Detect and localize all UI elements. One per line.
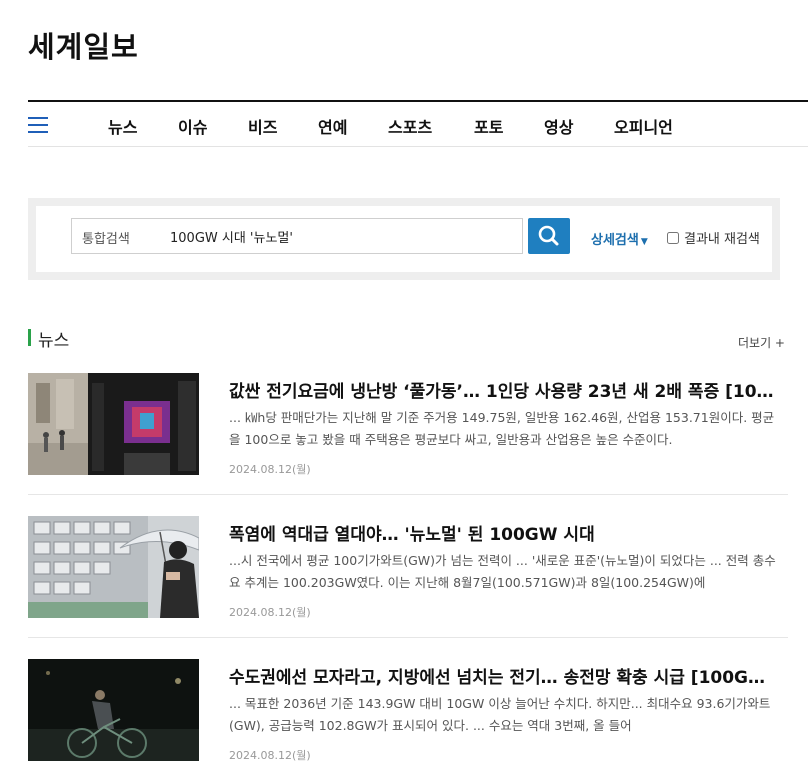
article-title[interactable]: 수도권에선 모자라고, 지방에선 넘치는 전기… 송전망 확충 시급 [100G… (229, 663, 784, 688)
search-scope-label[interactable]: 통합검색 (82, 228, 130, 247)
advanced-search-link[interactable]: 상세검색 ▼ (591, 229, 648, 248)
night-cyclist-image (28, 659, 199, 761)
article-date: 2024.08.12(월) (229, 749, 311, 762)
nav-item-issue[interactable]: 이슈 (178, 114, 207, 138)
article-thumbnail[interactable] (28, 516, 199, 618)
search-within-results-label: 결과내 재검색 (684, 232, 760, 247)
article-item: 값싼 전기요금에 냉난방 ‘풀가동’… 1인당 사용량 23년 새 2배 폭증 … (28, 373, 788, 483)
article-item: 수도권에선 모자라고, 지방에선 넘치는 전기… 송전망 확충 시급 [100G… (28, 659, 788, 769)
search-within-results-checkbox[interactable] (667, 231, 679, 244)
article-divider (28, 637, 788, 638)
article-date: 2024.08.12(월) (229, 463, 311, 476)
hamburger-menu-icon[interactable] (28, 117, 48, 133)
section-accent-bar (28, 329, 31, 346)
search-field[interactable]: 통합검색 (71, 218, 523, 254)
nav-item-photo[interactable]: 포토 (474, 114, 503, 138)
search-input[interactable] (170, 225, 510, 247)
article-snippet: ...시 전국에서 평균 100기가와트(GW)가 넘는 전력이 ... '새로… (229, 553, 776, 590)
more-link[interactable]: 더보기 + (738, 334, 785, 351)
article-date: 2024.08.12(월) (229, 606, 311, 619)
article-title[interactable]: 폭염에 역대급 열대야… '뉴노멀' 된 100GW 시대 (229, 520, 784, 545)
nav-item-news[interactable]: 뉴스 (108, 114, 137, 138)
search-button[interactable] (528, 218, 570, 254)
nav-item-opinion[interactable]: 오피니언 (614, 114, 673, 138)
nav-top-border (28, 100, 808, 102)
search-within-results[interactable]: 결과내 재검색 (667, 228, 760, 247)
article-thumbnail[interactable] (28, 373, 199, 475)
article-snippet: ... ㎾h당 판매단가는 지난해 말 기준 주거용 149.75원, 일반용 … (229, 410, 775, 447)
advanced-search-label: 상세검색 (591, 233, 639, 248)
article-snippet: ... 목표한 2036년 기준 143.9GW 대비 10GW 이상 늘어난 … (229, 696, 771, 733)
nav-item-sports[interactable]: 스포츠 (388, 114, 432, 138)
street-storefront-image (28, 373, 199, 475)
site-logo[interactable]: 세계일보 (28, 24, 139, 66)
article-item: 폭염에 역대급 열대야… '뉴노멀' 된 100GW 시대 ...시 전국에서 … (28, 516, 788, 626)
article-title[interactable]: 값싼 전기요금에 냉난방 ‘풀가동’… 1인당 사용량 23년 새 2배 폭증 … (229, 377, 784, 402)
nav-bottom-border (28, 146, 808, 147)
umbrella-woman-air-conditioners-image (28, 516, 199, 618)
caret-down-icon: ▼ (640, 237, 648, 247)
search-panel: 통합검색 상세검색▼ 결과내 재검색 (28, 198, 780, 280)
article-divider (28, 494, 788, 495)
nav-item-entertainment[interactable]: 연예 (318, 114, 347, 138)
search-icon (538, 225, 559, 246)
article-thumbnail[interactable] (28, 659, 199, 761)
section-title: 뉴스 (38, 331, 70, 351)
nav-item-video[interactable]: 영상 (544, 114, 573, 138)
nav-item-biz[interactable]: 비즈 (248, 114, 277, 138)
